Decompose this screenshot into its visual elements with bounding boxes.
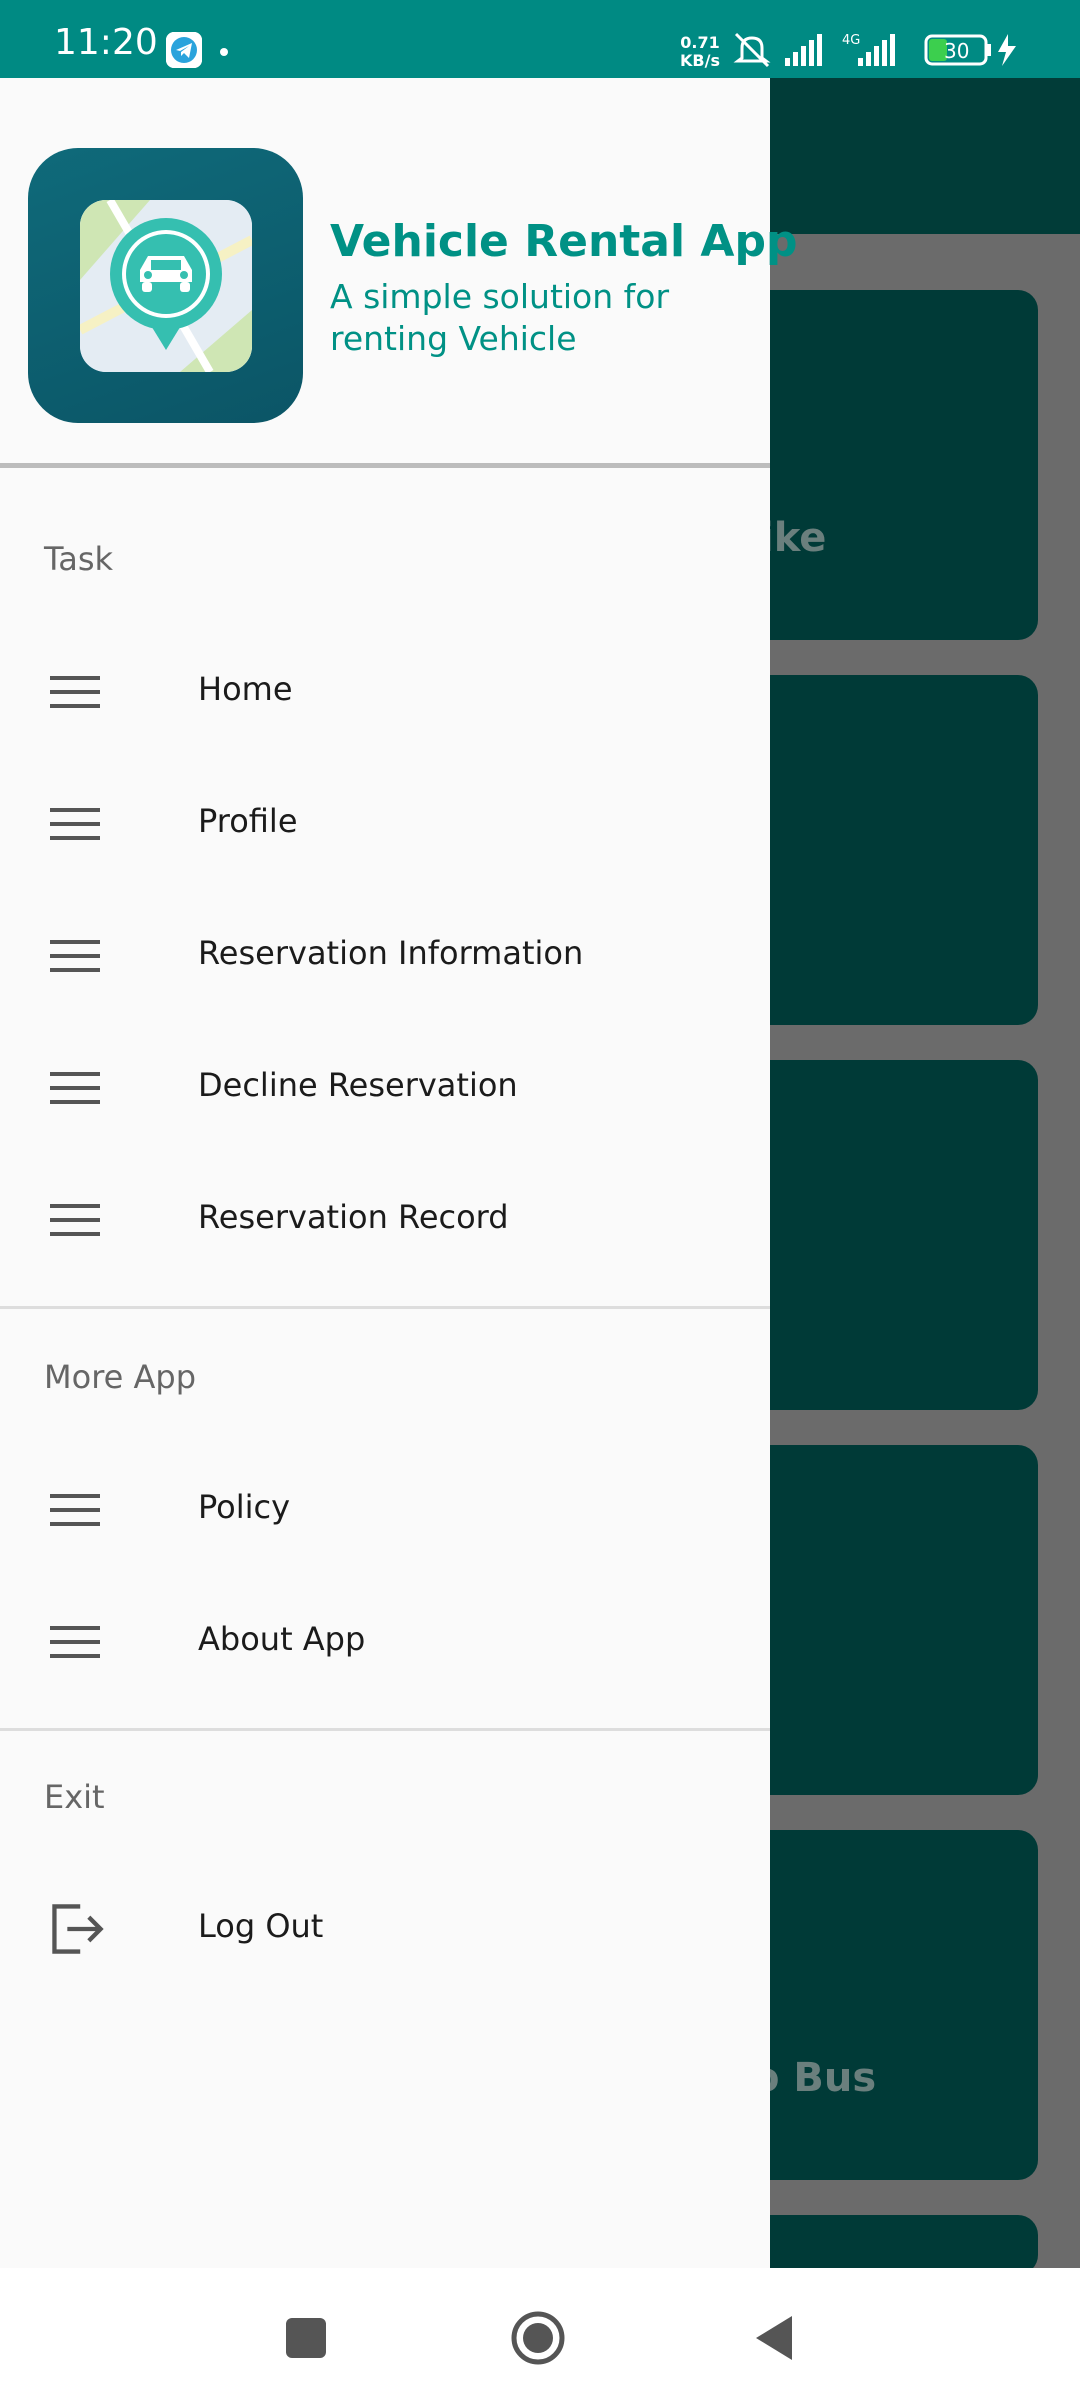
charging-icon [998,34,1016,66]
home-icon[interactable] [508,2308,568,2368]
menu-item-profile[interactable]: Profile [0,764,770,884]
battery-level: 30 [944,39,969,63]
menu-item-label: Profile [198,802,298,840]
menu-icon [50,1494,100,1526]
battery-icon: 30 [924,34,991,66]
map-icon [80,200,252,372]
menu-item-label: Home [198,670,293,708]
app-logo [28,148,303,423]
navigation-drawer: Vehicle Rental App A simple solution for… [0,78,797,2268]
menu-icon [50,676,100,708]
menu-item-policy[interactable]: Policy [0,1450,770,1570]
menu-item-label: Decline Reservation [198,1066,518,1104]
menu-icon [50,808,100,840]
notification-dot-icon [220,48,228,56]
status-time: 11:20 [54,22,158,63]
menu-item-label: Reservation Record [198,1198,509,1236]
signal-icon [785,34,822,66]
recent-apps-icon[interactable] [276,2308,336,2368]
status-icons: 4G 30 [730,30,1030,70]
telegram-icon [166,32,202,68]
back-icon[interactable] [744,2308,804,2368]
section-label-task: Task [44,540,114,578]
menu-item-log-out[interactable]: Log Out [0,1869,770,1989]
network-speed: 0.71 KB/s [680,34,720,70]
menu-icon [50,1204,100,1236]
network-speed-value: 0.71 [680,33,720,52]
menu-item-label: Log Out [198,1907,324,1945]
menu-item-reservation-information[interactable]: Reservation Information [0,896,770,1016]
network-speed-unit: KB/s [680,51,720,70]
menu-item-label: About App [198,1620,366,1658]
drawer-header: Vehicle Rental App A simple solution for… [0,78,797,468]
menu-item-about-app[interactable]: About App [0,1582,770,1702]
bell-muted-icon [733,32,771,68]
app-subtitle: A simple solution for renting Vehicle [330,277,670,358]
section-label-more-app: More App [44,1358,197,1396]
menu-item-home[interactable]: Home [0,632,770,752]
menu-item-label: Reservation Information [198,934,584,972]
section-divider [0,1728,770,1731]
menu-item-reservation-record[interactable]: Reservation Record [0,1160,770,1280]
background-card-label: o Bus [752,2055,877,2101]
logout-icon [52,1904,104,1954]
signal-4g-icon: 4G [842,33,895,66]
system-navigation-bar [0,2268,1080,2400]
section-label-exit: Exit [44,1778,105,1816]
status-bar: 11:20 0.71 KB/s 4G 30 [0,0,1080,78]
menu-icon [50,1072,100,1104]
menu-item-label: Policy [198,1488,291,1526]
menu-icon [50,940,100,972]
section-divider [0,1306,770,1309]
menu-icon [50,1626,100,1658]
network-type: 4G [842,33,860,48]
app-title: Vehicle Rental App [330,216,798,267]
menu-item-decline-reservation[interactable]: Decline Reservation [0,1028,770,1148]
